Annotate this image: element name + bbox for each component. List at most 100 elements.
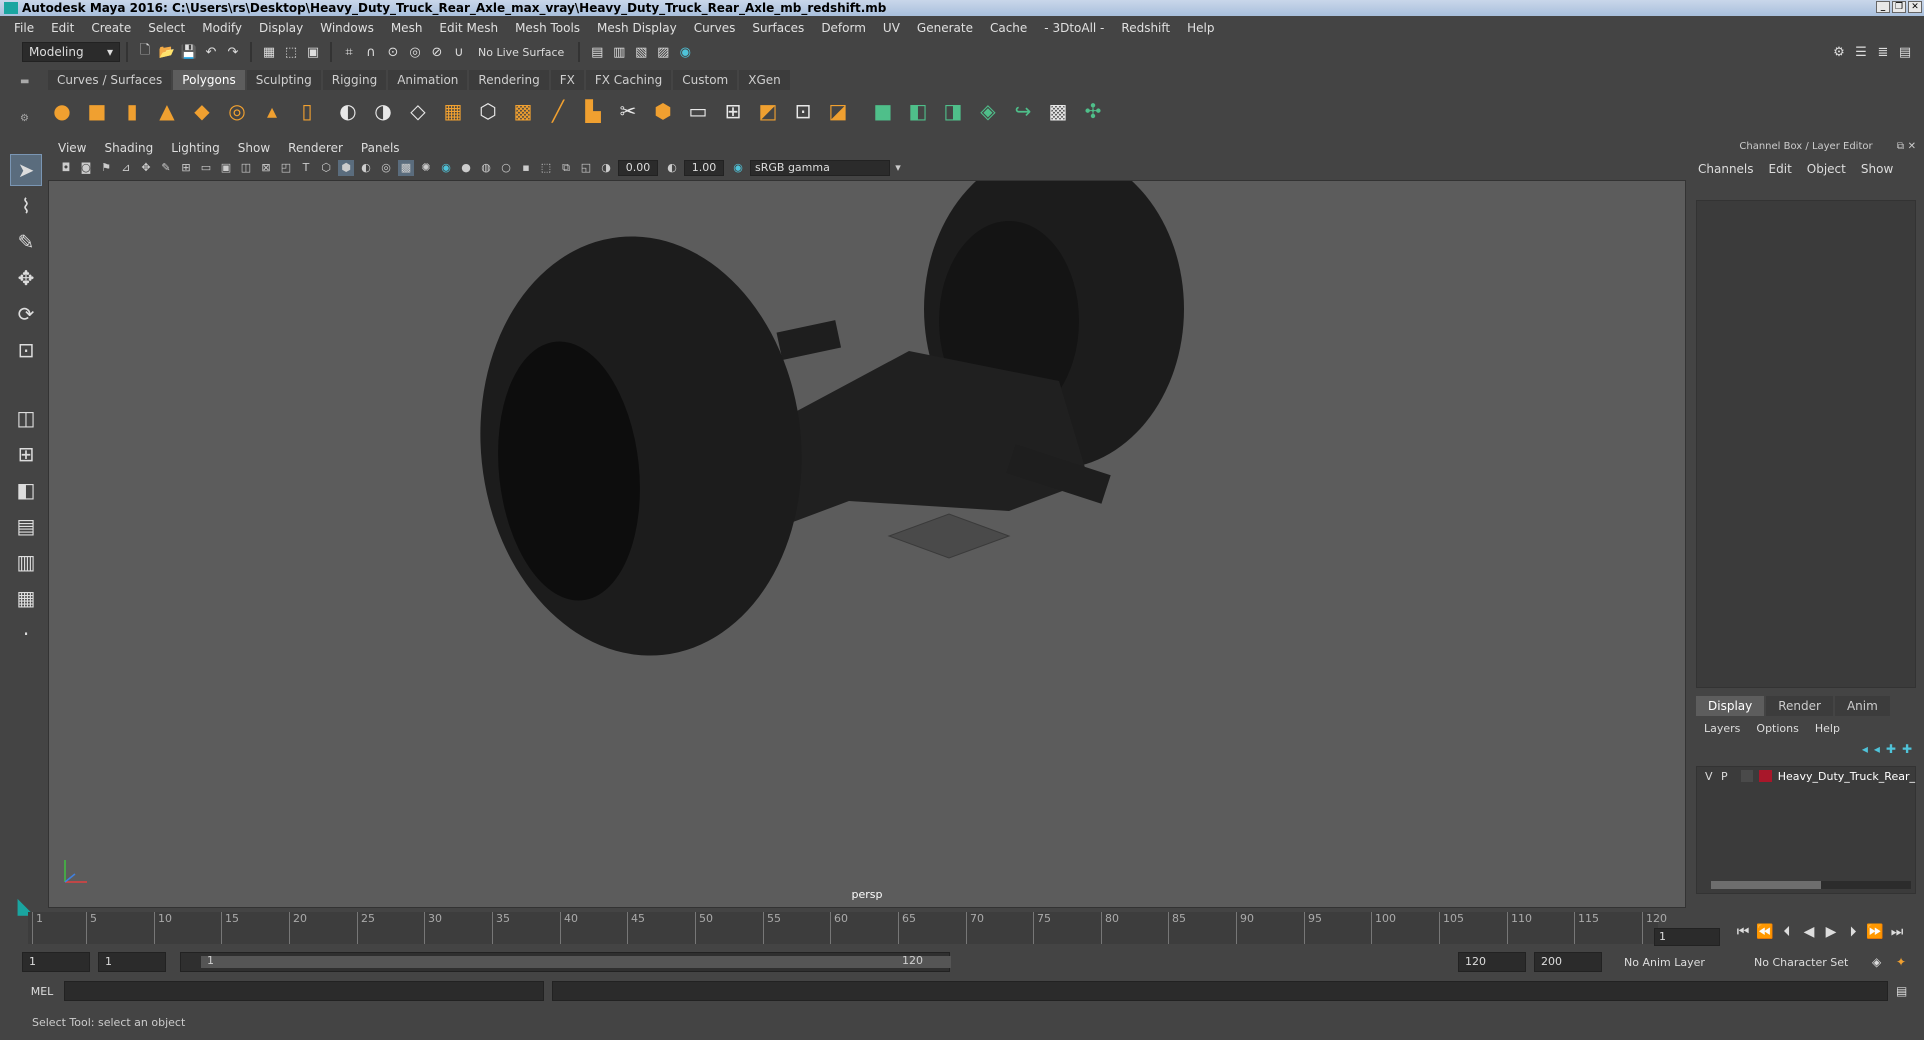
menu-file[interactable]: File [14,21,34,35]
tab-fx-caching[interactable]: FX Caching [585,70,672,90]
channel-menu-edit[interactable]: Edit [1769,162,1792,176]
mirror-icon[interactable]: ⊡ [789,97,817,125]
step-back-frame-icon[interactable]: ⏴ [1776,924,1798,940]
bevel-icon[interactable]: ⬡ [474,97,502,125]
menu-3dtoall[interactable]: - 3DtoAll - [1044,21,1104,35]
shelf-gear-icon[interactable]: ⚙ [20,113,44,124]
layer-menu-layers[interactable]: Layers [1704,722,1740,735]
tab-rigging[interactable]: Rigging [322,70,387,90]
combine-icon[interactable]: ◐ [334,97,362,125]
float-panel-icon[interactable]: ⧉ [1897,138,1904,156]
character-set-dropdown[interactable]: No Character Set [1754,956,1874,969]
two-d-pan-icon[interactable]: ✥ [138,160,154,176]
multisample-icon[interactable]: ◍ [478,160,494,176]
chevron-down-icon[interactable]: ▾ [890,160,906,176]
uv-editor-icon[interactable]: ↪ [1009,97,1037,125]
paint-select-tool-icon[interactable]: ✎ [10,226,42,258]
layer-playback-toggle[interactable]: P [1721,770,1737,783]
image-plane-icon[interactable]: ⊿ [118,160,134,176]
viewport-menu-view[interactable]: View [58,141,86,155]
safe-title-icon[interactable]: T [298,160,314,176]
poly-pyramid-icon[interactable]: ▴ [258,97,286,125]
go-to-start-icon[interactable]: ⏮ [1732,924,1754,940]
layer-name[interactable]: Heavy_Duty_Truck_Rear_ [1778,770,1915,783]
append-icon[interactable]: ▙ [579,97,607,125]
close-icon[interactable]: ✕ [1908,138,1916,156]
offset-edge-loop-icon[interactable]: ▭ [684,97,712,125]
time-slider[interactable]: 1 5 10 15 20 25 30 35 40 45 50 55 60 65 70 75 80 85 90 95 10… [28,912,1667,944]
merge-icon[interactable]: ⊞ [719,97,747,125]
channel-menu-object[interactable]: Object [1807,162,1846,176]
layer-menu-help[interactable]: Help [1815,722,1840,735]
viewport-menu-panels[interactable]: Panels [361,141,400,155]
menu-edit[interactable]: Edit [51,21,74,35]
xray-icon[interactable]: ⬚ [538,160,554,176]
smooth-shade-icon[interactable]: ⬢ [338,160,354,176]
shadows-icon[interactable]: ✺ [418,160,434,176]
gamma-field[interactable]: 1.00 [684,160,724,176]
redo-icon[interactable]: ↷ [224,43,242,61]
menu-mesh-tools[interactable]: Mesh Tools [515,21,580,35]
layer-visibility-toggle[interactable]: V [1705,770,1721,783]
fill-hole-icon[interactable]: ◪ [824,97,852,125]
color-space-dropdown[interactable]: sRGB gamma [750,160,890,176]
current-frame-field[interactable]: 1 [1654,928,1720,946]
layer-list-scrollbar[interactable] [1711,881,1911,889]
tab-anim[interactable]: Anim [1834,696,1890,716]
poly-pipe-icon[interactable]: ▯ [293,97,321,125]
ipr-render-icon[interactable]: ▧ [632,43,650,61]
playback-end-field[interactable]: 120 [1458,952,1526,972]
playback-start-field[interactable]: 1 [98,952,166,972]
render-frame-icon[interactable]: ▥ [610,43,628,61]
motion-blur-icon[interactable]: ● [458,160,474,176]
snap-curve-icon[interactable]: ∩ [362,43,380,61]
outliner-layout-icon[interactable]: ▦ [10,582,42,614]
xray-components-icon[interactable]: ◱ [578,160,594,176]
multi-cut-icon[interactable]: ✂ [614,97,642,125]
poly-torus-icon[interactable]: ◎ [223,97,251,125]
depth-of-field-icon[interactable]: ○ [498,160,514,176]
script-editor-icon[interactable]: ▤ [1896,984,1907,998]
snap-grid-icon[interactable]: ⌗ [340,43,358,61]
layer-menu-options[interactable]: Options [1756,722,1798,735]
poly-cone-icon[interactable]: ▲ [153,97,181,125]
open-scene-icon[interactable]: 📂 [158,43,176,61]
menu-curves[interactable]: Curves [694,21,736,35]
command-language-label[interactable]: MEL [20,985,64,998]
magnet-icon[interactable]: ∪ [450,43,468,61]
menu-help[interactable]: Help [1187,21,1214,35]
persp-graph-layout-icon[interactable]: ▤ [10,510,42,542]
tab-fx[interactable]: FX [550,70,584,90]
step-forward-frame-icon[interactable]: ⏵ [1842,924,1864,940]
undo-icon[interactable]: ↶ [202,43,220,61]
step-forward-key-icon[interactable]: ⏩ [1864,924,1886,940]
poly-cylinder-icon[interactable]: ▮ [118,97,146,125]
menu-deform[interactable]: Deform [821,21,866,35]
move-tool-icon[interactable]: ✥ [10,262,42,294]
new-layer-icon[interactable]: ✚ [1886,742,1896,756]
menu-mesh[interactable]: Mesh [391,21,423,35]
spherical-mapping-icon[interactable]: ◨ [939,97,967,125]
viewport-menu-shading[interactable]: Shading [104,141,153,155]
viewport-menu-show[interactable]: Show [238,141,270,155]
exposure-field[interactable]: 0.00 [618,160,658,176]
range-slider-handle[interactable] [201,956,951,968]
live-surface-label[interactable]: No Live Surface [478,46,564,59]
screen-space-ao-icon[interactable]: ◉ [438,160,454,176]
save-scene-icon[interactable]: 💾 [180,43,198,61]
smooth-icon[interactable]: ▦ [439,97,467,125]
grease-pencil-icon[interactable]: ✎ [158,160,174,176]
select-hierarchy-icon[interactable]: ▦ [260,43,278,61]
checker-icon[interactable]: ▩ [1044,97,1072,125]
tab-rendering[interactable]: Rendering [469,70,549,90]
snap-point-icon[interactable]: ⊙ [384,43,402,61]
menu-cache[interactable]: Cache [990,21,1027,35]
auto-key-icon[interactable]: ◈ [1872,955,1881,969]
field-chart-icon[interactable]: ⊠ [258,160,274,176]
mode-dropdown[interactable]: Modeling ▾ [22,42,120,62]
use-all-lights-icon[interactable]: ▩ [398,160,414,176]
modeling-toolkit-icon[interactable]: ⚙ [1830,43,1848,61]
tab-animation[interactable]: Animation [388,70,468,90]
step-back-key-icon[interactable]: ⏪ [1754,924,1776,940]
start-time-field[interactable]: 1 [22,952,90,972]
